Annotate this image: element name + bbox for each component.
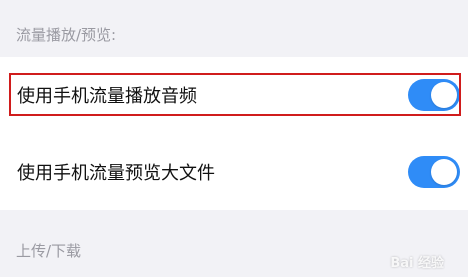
setting-row-preview-large-files[interactable]: 使用手机流量预览大文件 [0, 142, 468, 202]
setting-row-play-audio[interactable]: 使用手机流量播放音频 [0, 65, 468, 125]
settings-card: 使用手机流量播放音频 使用手机流量预览大文件 [0, 57, 468, 210]
toggle-knob [431, 82, 457, 108]
setting-label-play-audio: 使用手机流量播放音频 [17, 86, 197, 107]
setting-label-preview-large-files: 使用手机流量预览大文件 [17, 163, 215, 184]
watermark: Bai 经验 [390, 256, 444, 271]
toggle-preview-large-files[interactable] [408, 156, 460, 188]
settings-page: 流量播放/预览: 使用手机流量播放音频 使用手机流量预览大文件 上传/下载 Ba… [0, 0, 468, 277]
toggle-play-audio[interactable] [408, 79, 460, 111]
toggle-knob [431, 159, 457, 185]
section-header-streaming: 流量播放/预览: [16, 25, 117, 44]
